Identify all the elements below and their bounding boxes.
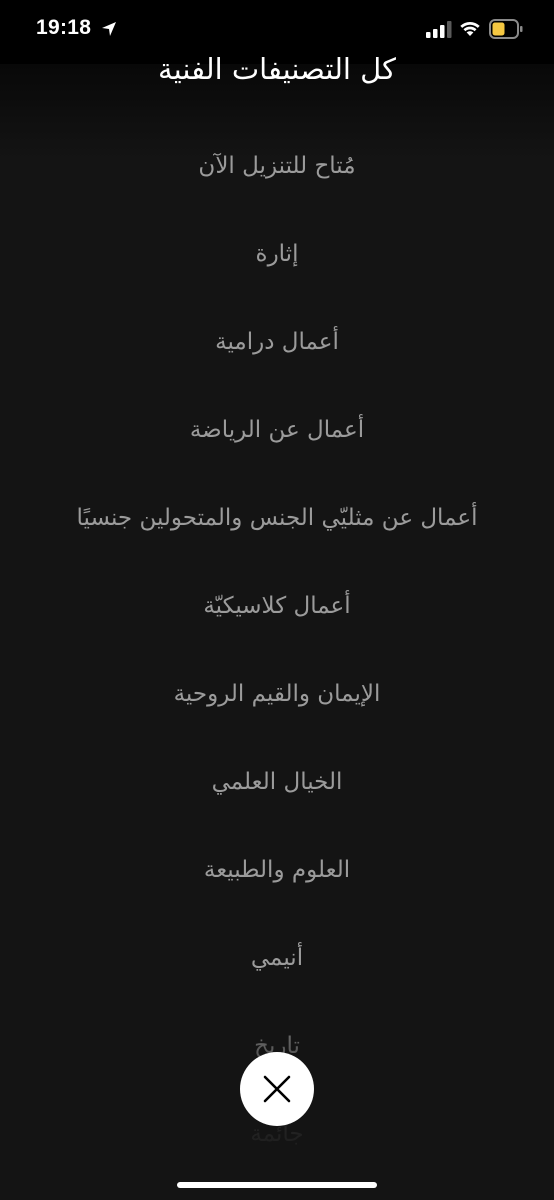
location-arrow-icon: [102, 22, 116, 36]
category-item[interactable]: أعمال عن الرياضة: [0, 386, 554, 474]
close-icon: [263, 1075, 291, 1103]
category-item[interactable]: مُتاح للتنزيل الآن: [0, 122, 554, 210]
close-button[interactable]: [240, 1052, 314, 1126]
battery-icon: [489, 19, 523, 39]
page-title: كل التصنيفات الفنية: [158, 52, 396, 86]
category-item[interactable]: الخيال العلمي: [0, 738, 554, 826]
status-time: 19:18: [36, 16, 92, 39]
category-item[interactable]: العلوم والطبيعة: [0, 826, 554, 914]
cellular-signal-icon: [426, 21, 452, 38]
wifi-icon: [460, 21, 480, 36]
home-indicator: [177, 1182, 377, 1188]
category-item[interactable]: أعمال درامية: [0, 298, 554, 386]
category-item[interactable]: الإيمان والقيم الروحية: [0, 650, 554, 738]
category-item[interactable]: إثارة: [0, 210, 554, 298]
category-item[interactable]: أعمال كلاسيكيّة: [0, 562, 554, 650]
category-item[interactable]: أعمال عن مثليّي الجنس والمتحولين جنسيًا: [0, 474, 554, 562]
